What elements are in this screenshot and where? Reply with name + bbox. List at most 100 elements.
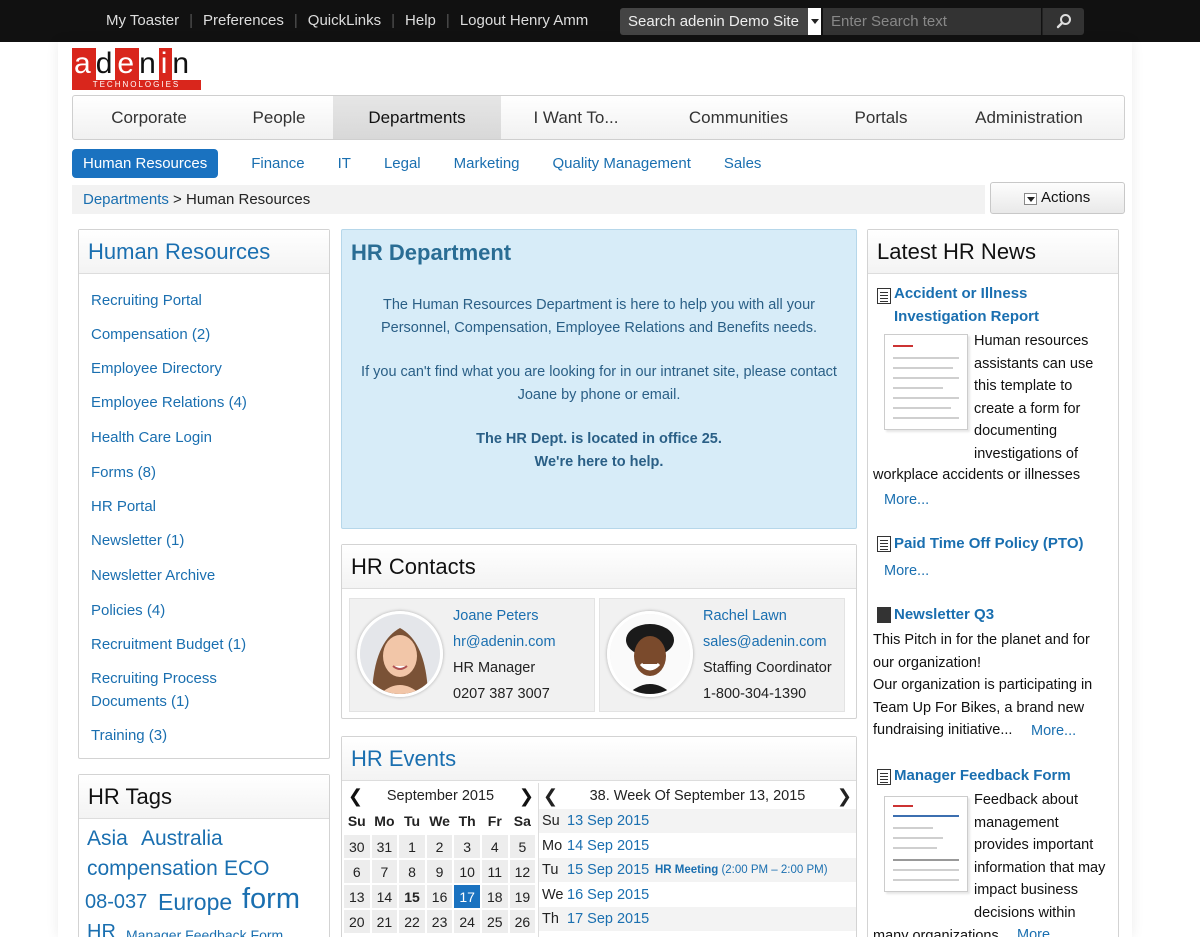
more-link[interactable]: More...: [1031, 723, 1076, 739]
nav-tab-corporate[interactable]: Corporate: [73, 96, 225, 139]
chevron-right-icon[interactable]: ❯: [519, 783, 534, 809]
tag[interactable]: ECO: [224, 857, 270, 881]
hr-link[interactable]: Newsletter (1): [91, 530, 184, 552]
week-day-date[interactable]: 16 Sep 2015: [567, 883, 655, 907]
subnav-sales[interactable]: Sales: [724, 155, 762, 172]
top-link-help[interactable]: Help: [405, 12, 436, 29]
week-day-date[interactable]: 13 Sep 2015: [567, 809, 655, 833]
top-link-logout[interactable]: Logout Henry Amm: [460, 12, 588, 29]
tag[interactable]: Europe: [158, 889, 232, 916]
more-link[interactable]: More...: [884, 563, 929, 579]
news-item-title[interactable]: Paid Time Off Policy (PTO): [894, 533, 1084, 556]
news-item-title[interactable]: Manager Feedback Form: [894, 765, 1071, 788]
hr-link[interactable]: Recruiting Process: [91, 668, 217, 690]
search-button[interactable]: [1042, 8, 1084, 35]
hr-link[interactable]: Training (3): [91, 725, 167, 747]
calendar-day[interactable]: 25: [480, 909, 509, 934]
contact-name[interactable]: Rachel Lawn: [703, 603, 832, 629]
hr-link[interactable]: Policies (4): [91, 600, 165, 622]
chevron-left-icon[interactable]: ❮: [543, 783, 558, 809]
calendar-day[interactable]: 8: [398, 859, 426, 884]
nav-tab-i-want-to[interactable]: I Want To...: [501, 96, 651, 139]
hr-link[interactable]: Employee Directory: [91, 358, 222, 380]
subnav-human-resources[interactable]: Human Resources: [72, 148, 219, 178]
calendar-day[interactable]: 26: [508, 909, 537, 934]
more-link[interactable]: More...: [1017, 927, 1062, 937]
top-link-quicklinks[interactable]: QuickLinks: [308, 12, 381, 29]
calendar-event[interactable]: HR Meeting (2:00 PM – 2:00 PM): [655, 858, 828, 882]
hr-link[interactable]: Health Care Login: [91, 427, 212, 449]
calendar-day[interactable]: 22: [398, 909, 426, 934]
hr-link[interactable]: Compensation (2): [91, 324, 210, 346]
calendar-day[interactable]: 24: [453, 909, 481, 934]
news-item-title[interactable]: Newsletter Q3: [894, 604, 994, 627]
calendar-day-today[interactable]: 17: [453, 884, 481, 909]
nav-tab-administration[interactable]: Administration: [936, 96, 1122, 139]
tag[interactable]: Asia: [87, 827, 128, 851]
calendar-day[interactable]: 3: [453, 834, 481, 859]
calendar-day[interactable]: 30: [343, 834, 371, 859]
news-item-title[interactable]: Accident or Illness: [894, 283, 1027, 306]
nav-tab-departments[interactable]: Departments: [333, 96, 501, 139]
calendar-day[interactable]: 5: [508, 834, 537, 859]
contact-email[interactable]: sales@adenin.com: [703, 629, 832, 655]
calendar-day[interactable]: 14: [370, 884, 399, 909]
week-day-date[interactable]: 18 Sep 2015: [567, 932, 655, 937]
contact-email[interactable]: hr@adenin.com: [453, 629, 556, 655]
actions-button[interactable]: Actions: [990, 182, 1125, 214]
tag[interactable]: Australia: [141, 827, 223, 851]
calendar-day[interactable]: 2: [425, 834, 454, 859]
calendar-day[interactable]: 10: [453, 859, 481, 884]
search-input[interactable]: [823, 8, 1041, 35]
hr-link[interactable]: Documents (1): [91, 691, 189, 713]
calendar-day[interactable]: 1: [398, 834, 426, 859]
calendar-day[interactable]: 16: [425, 884, 454, 909]
nav-tab-people[interactable]: People: [225, 96, 333, 139]
subnav-legal[interactable]: Legal: [384, 155, 421, 172]
hr-link[interactable]: Employee Relations (4): [91, 392, 247, 414]
tag[interactable]: form: [242, 883, 300, 916]
tag[interactable]: HR: [87, 921, 116, 937]
calendar-day[interactable]: 21: [370, 909, 399, 934]
week-day-date[interactable]: 17 Sep 2015: [567, 907, 655, 931]
nav-tab-portals[interactable]: Portals: [826, 96, 936, 139]
nav-tab-communities[interactable]: Communities: [651, 96, 826, 139]
calendar-day[interactable]: 31: [370, 834, 399, 859]
company-logo[interactable]: a d e n i n TECHNOLOGIES: [72, 48, 201, 90]
calendar-day[interactable]: 7: [370, 859, 399, 884]
hr-link[interactable]: HR Portal: [91, 496, 156, 518]
subnav-finance[interactable]: Finance: [251, 155, 304, 172]
week-day-date[interactable]: 14 Sep 2015: [567, 834, 655, 858]
top-link-preferences[interactable]: Preferences: [203, 12, 284, 29]
calendar-day[interactable]: 6: [343, 859, 371, 884]
calendar-day[interactable]: 15: [398, 884, 426, 909]
chevron-left-icon[interactable]: ❮: [348, 783, 363, 809]
calendar-day[interactable]: 9: [425, 859, 454, 884]
subnav-marketing[interactable]: Marketing: [454, 155, 520, 172]
chevron-right-icon[interactable]: ❯: [837, 783, 852, 809]
subnav-it[interactable]: IT: [338, 155, 351, 172]
calendar-day[interactable]: 18: [480, 884, 509, 909]
tag[interactable]: 08-037: [85, 891, 147, 914]
hr-link[interactable]: Recruitment Budget (1): [91, 634, 246, 656]
calendar-day[interactable]: 4: [480, 834, 509, 859]
hr-link[interactable]: Recruiting Portal: [91, 290, 202, 312]
subnav-quality-management[interactable]: Quality Management: [553, 155, 691, 172]
tag[interactable]: compensation: [87, 857, 218, 881]
hr-link[interactable]: Newsletter Archive: [91, 565, 215, 587]
search-scope-select[interactable]: Search adenin Demo Site: [620, 8, 820, 35]
calendar-day[interactable]: 12: [508, 859, 537, 884]
calendar-day[interactable]: 11: [480, 859, 509, 884]
breadcrumb-departments[interactable]: Departments: [83, 191, 169, 208]
chevron-down-icon[interactable]: [808, 8, 821, 35]
more-link[interactable]: More...: [884, 492, 929, 508]
calendar-day[interactable]: 23: [425, 909, 454, 934]
top-link-my-toaster[interactable]: My Toaster: [106, 12, 179, 29]
calendar-day[interactable]: 13: [343, 884, 371, 909]
calendar-day[interactable]: 20: [343, 909, 371, 934]
contact-name[interactable]: Joane Peters: [453, 603, 556, 629]
news-item-title[interactable]: Investigation Report: [894, 306, 1039, 329]
hr-link[interactable]: Forms (8): [91, 462, 156, 484]
calendar-day[interactable]: 19: [508, 884, 537, 909]
tag[interactable]: Manager Feedback Form: [126, 927, 283, 937]
